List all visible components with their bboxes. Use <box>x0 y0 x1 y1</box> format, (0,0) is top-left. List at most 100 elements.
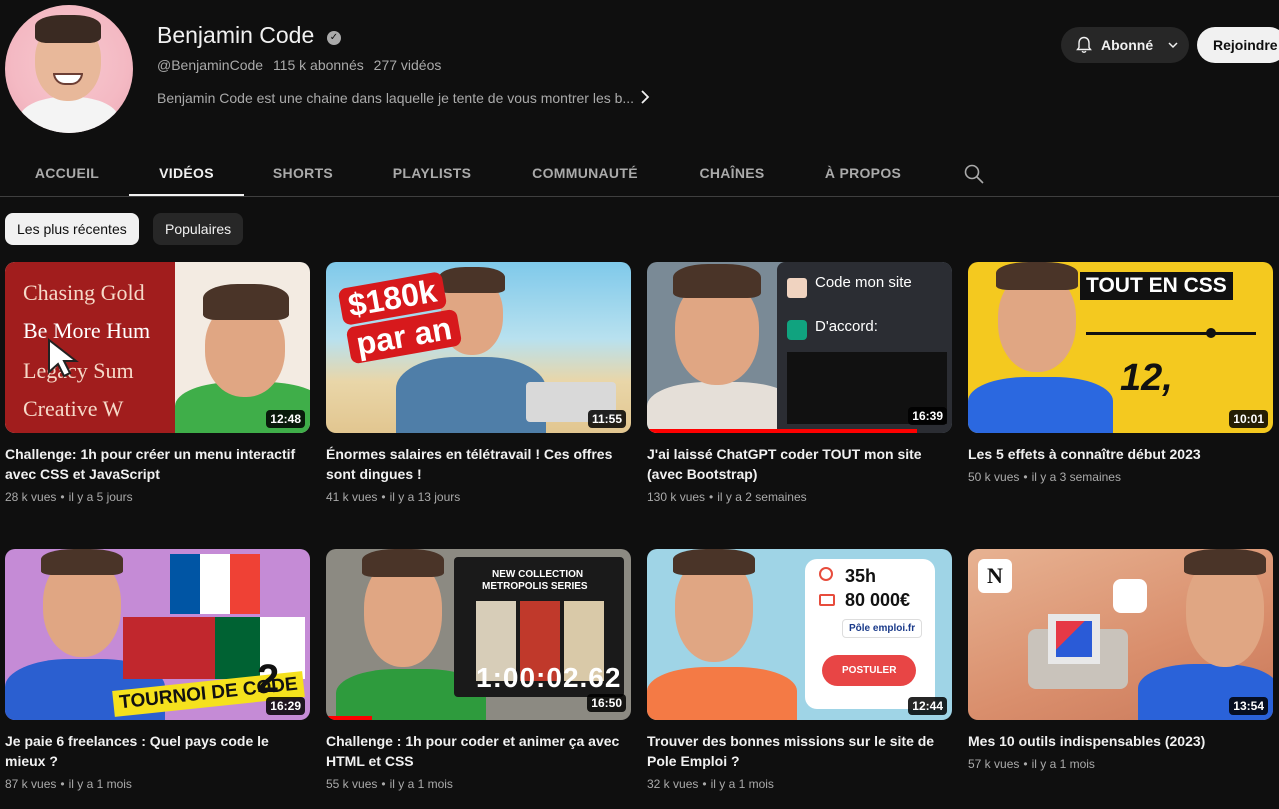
bell-icon <box>1076 36 1092 53</box>
tab-chaines[interactable]: CHAÎNES <box>684 150 780 196</box>
chevron-right-icon[interactable] <box>638 88 652 106</box>
video-card[interactable]: N 13:54 Mes 10 outils indispensables (20… <box>968 549 1273 771</box>
upload-age: il y a 1 mois <box>1031 757 1095 771</box>
tab-playlists[interactable]: PLAYLISTS <box>378 150 486 196</box>
upload-age: il y a 5 jours <box>68 490 133 504</box>
thumb-text: D'accord: <box>815 318 878 335</box>
thumb-text: METROPOLIS SERIES <box>482 581 588 592</box>
video-duration: 16:39 <box>908 407 947 425</box>
app-icon <box>1113 579 1147 613</box>
thumb-text: 2 <box>257 657 280 701</box>
subscribed-label: Abonné <box>1101 37 1154 53</box>
video-title[interactable]: Challenge : 1h pour coder et animer ça a… <box>326 731 631 771</box>
video-meta: 87 k vues • il y a 1 mois <box>5 777 132 791</box>
view-count: 130 k vues <box>647 490 706 504</box>
tab-a-propos[interactable]: À PROPOS <box>810 150 916 196</box>
video-thumbnail[interactable]: NEW COLLECTION METROPOLIS SERIES 1:00:02… <box>326 549 631 720</box>
upload-age: il y a 1 mois <box>68 777 132 791</box>
chatgpt-logo <box>787 320 807 340</box>
video-title[interactable]: Les 5 effets à connaître début 2023 <box>968 444 1273 464</box>
france-flag <box>170 554 260 614</box>
thumb-text: Code mon site <box>815 274 912 291</box>
view-count: 28 k vues <box>5 490 57 504</box>
video-thumbnail[interactable]: N 13:54 <box>968 549 1273 720</box>
channel-tabs: ACCUEIL VIDÉOS SHORTS PLAYLISTS COMMUNAU… <box>0 150 1279 197</box>
cursor-icon <box>48 337 79 378</box>
video-card[interactable]: $180k par an 11:55 Énormes salaires en t… <box>326 262 631 504</box>
video-title[interactable]: J'ai laissé ChatGPT coder TOUT mon site … <box>647 444 952 484</box>
channel-avatar <box>5 5 133 133</box>
thumb-text: NEW COLLECTION <box>492 569 584 580</box>
channel-meta: @BenjaminCode 115 k abonnés 277 vidéos <box>157 57 447 73</box>
subscriber-count: 115 k abonnés <box>272 57 364 73</box>
tab-accueil[interactable]: ACCUEIL <box>20 150 114 196</box>
upload-age: il y a 1 mois <box>710 777 774 791</box>
wallet-icon <box>819 594 835 606</box>
thumb-text: POSTULER <box>822 655 917 686</box>
video-card[interactable]: TOUT EN CSS 12, 10:01 Les 5 effets à con… <box>968 262 1273 484</box>
thumb-text: Pôle emploi.fr <box>842 619 923 638</box>
view-count: 50 k vues <box>968 470 1020 484</box>
video-thumbnail[interactable]: TOURNOI DE CODE 2 16:29 <box>5 549 310 720</box>
video-card[interactable]: 35h 80 000€ Pôle emploi.fr POSTULER 12:4… <box>647 549 952 791</box>
view-count: 55 k vues <box>326 777 378 791</box>
video-meta: 55 k vues • il y a 1 mois <box>326 777 453 791</box>
video-card[interactable]: Chasing Gold Be More Hum Legacy Sum Crea… <box>5 262 310 504</box>
video-duration: 10:01 <box>1229 410 1268 428</box>
video-duration: 16:29 <box>266 697 305 715</box>
thumb-text: 35h <box>845 566 877 586</box>
video-meta: 41 k vues • il y a 13 jours <box>326 490 461 504</box>
notion-logo: N <box>978 559 1012 593</box>
chip-recent[interactable]: Les plus récentes <box>5 213 139 245</box>
view-count: 87 k vues <box>5 777 57 791</box>
chip-popular[interactable]: Populaires <box>153 213 244 245</box>
video-meta: 28 k vues • il y a 5 jours <box>5 490 133 504</box>
thumb-text: 80 000€ <box>845 590 911 610</box>
video-meta: 57 k vues • il y a 1 mois <box>968 757 1095 771</box>
tab-videos[interactable]: VIDÉOS <box>129 150 244 196</box>
thumb-text: 1:00:02.62 <box>476 662 622 693</box>
subscribed-button[interactable]: Abonné <box>1061 27 1189 63</box>
upload-age: il y a 2 semaines <box>717 490 807 504</box>
tab-communaute[interactable]: COMMUNAUTÉ <box>517 150 653 196</box>
video-meta: 50 k vues • il y a 3 semaines <box>968 470 1121 484</box>
search-icon[interactable] <box>963 163 985 185</box>
channel-name: Benjamin Code <box>157 22 315 48</box>
video-thumbnail[interactable]: 35h 80 000€ Pôle emploi.fr POSTULER 12:4… <box>647 549 952 720</box>
thumb-text: TOUT EN CSS <box>1080 272 1233 300</box>
morocco-flag <box>123 617 219 679</box>
chevron-down-icon <box>1168 42 1178 49</box>
video-title[interactable]: Mes 10 outils indispensables (2023) <box>968 731 1273 751</box>
video-thumbnail[interactable]: $180k par an 11:55 <box>326 262 631 433</box>
video-card[interactable]: Code mon site D'accord: 16:39 J'ai laiss… <box>647 262 952 504</box>
video-card[interactable]: TOURNOI DE CODE 2 16:29 Je paie 6 freela… <box>5 549 310 791</box>
thumb-text: Creative W <box>23 396 124 421</box>
video-count: 277 vidéos <box>373 57 442 73</box>
video-title[interactable]: Challenge: 1h pour créer un menu interac… <box>5 444 310 484</box>
clock-icon <box>819 567 833 581</box>
video-title[interactable]: Trouver des bonnes missions sur le site … <box>647 731 952 771</box>
video-meta: 130 k vues • il y a 2 semaines <box>647 490 807 504</box>
upload-age: il y a 1 mois <box>389 777 453 791</box>
video-thumbnail[interactable]: Chasing Gold Be More Hum Legacy Sum Crea… <box>5 262 310 433</box>
verified-icon: ✓ <box>327 31 341 45</box>
video-thumbnail[interactable]: Code mon site D'accord: 16:39 <box>647 262 952 433</box>
channel-handle: @BenjaminCode <box>157 57 264 73</box>
thumb-text: 12, <box>1120 357 1173 399</box>
video-meta: 32 k vues • il y a 1 mois <box>647 777 774 791</box>
video-duration: 16:50 <box>587 694 626 712</box>
video-title[interactable]: Énormes salaires en télétravail ! Ces of… <box>326 444 631 484</box>
upload-age: il y a 3 semaines <box>1031 470 1121 484</box>
tab-shorts[interactable]: SHORTS <box>258 150 348 196</box>
video-title[interactable]: Je paie 6 freelances : Quel pays code le… <box>5 731 310 771</box>
join-button[interactable]: Rejoindre <box>1197 27 1279 63</box>
video-thumbnail[interactable]: TOUT EN CSS 12, 10:01 <box>968 262 1273 433</box>
view-count: 32 k vues <box>647 777 699 791</box>
video-card[interactable]: NEW COLLECTION METROPOLIS SERIES 1:00:02… <box>326 549 631 791</box>
thumb-text: Chasing Gold <box>23 280 145 305</box>
video-duration: 13:54 <box>1229 697 1268 715</box>
upload-age: il y a 13 jours <box>389 490 461 504</box>
video-duration: 11:55 <box>587 410 626 428</box>
channel-description[interactable]: Benjamin Code est une chaine dans laquel… <box>157 90 634 106</box>
view-count: 57 k vues <box>968 757 1020 771</box>
